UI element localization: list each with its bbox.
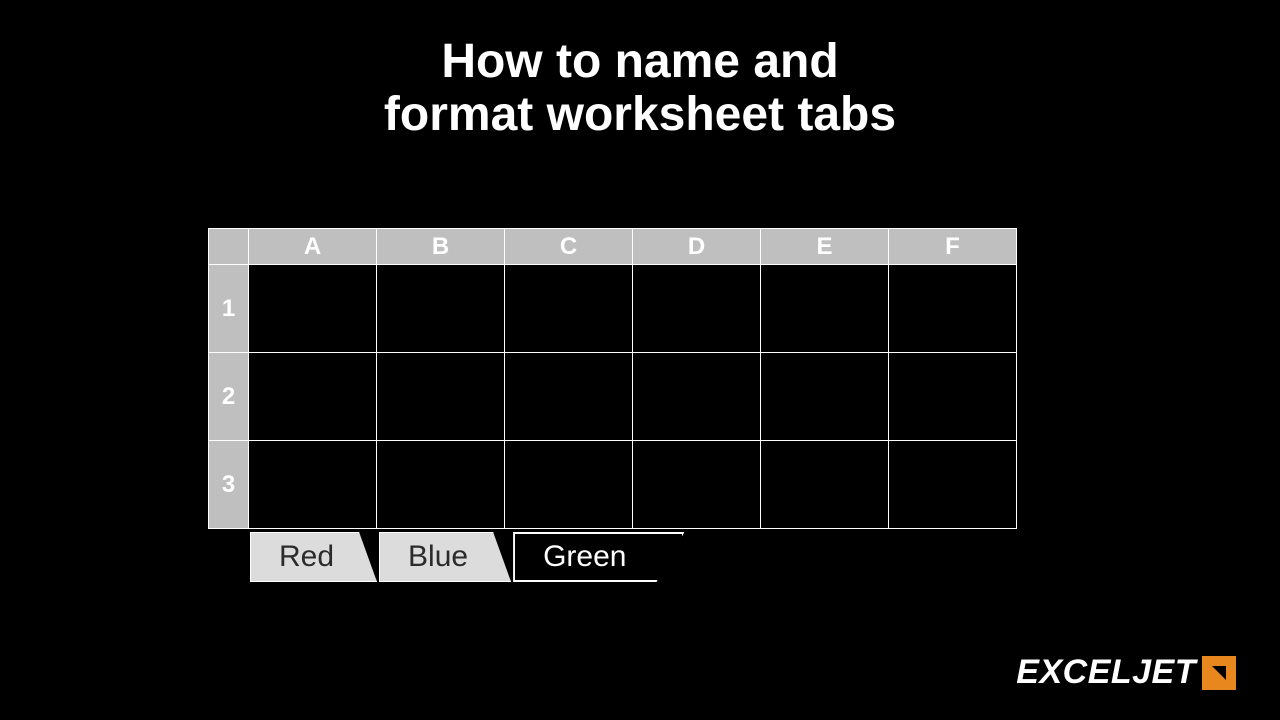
cell[interactable]	[889, 265, 1017, 353]
column-header[interactable]: A	[249, 229, 377, 265]
cell[interactable]	[633, 441, 761, 529]
worksheet-illustration: A B C D E F 1 2 3	[208, 228, 1018, 529]
cell[interactable]	[761, 353, 889, 441]
brand-name: EXCELJET	[1016, 653, 1196, 692]
brand-logo: EXCELJET	[1016, 653, 1236, 692]
worksheet-tabs: Red Blue Green	[250, 532, 686, 582]
slide-title: How to name and format worksheet tabs	[0, 36, 1280, 142]
cell[interactable]	[377, 265, 505, 353]
cell[interactable]	[505, 441, 633, 529]
title-line-1: How to name and	[441, 35, 838, 88]
row-header[interactable]: 3	[209, 441, 249, 529]
row-header[interactable]: 1	[209, 265, 249, 353]
worksheet-tab-red[interactable]: Red	[250, 532, 377, 582]
worksheet-tab-blue[interactable]: Blue	[379, 532, 511, 582]
cell[interactable]	[249, 265, 377, 353]
title-line-2: format worksheet tabs	[384, 88, 896, 141]
column-header[interactable]: F	[889, 229, 1017, 265]
cell[interactable]	[249, 441, 377, 529]
brand-arrow-icon	[1202, 656, 1236, 690]
cell[interactable]	[761, 441, 889, 529]
column-header[interactable]: D	[633, 229, 761, 265]
cell[interactable]	[377, 353, 505, 441]
column-header[interactable]: C	[505, 229, 633, 265]
cell[interactable]	[889, 353, 1017, 441]
cell[interactable]	[761, 265, 889, 353]
cell[interactable]	[377, 441, 505, 529]
column-header[interactable]: B	[377, 229, 505, 265]
cell[interactable]	[249, 353, 377, 441]
column-header[interactable]: E	[761, 229, 889, 265]
row-header[interactable]: 2	[209, 353, 249, 441]
worksheet-tab-green[interactable]: Green	[513, 532, 684, 582]
worksheet-grid: A B C D E F 1 2 3	[208, 228, 1017, 529]
cell[interactable]	[633, 353, 761, 441]
cell[interactable]	[633, 265, 761, 353]
tab-label: Blue	[408, 540, 468, 574]
cell[interactable]	[505, 353, 633, 441]
select-all-corner[interactable]	[209, 229, 249, 265]
tab-label: Green	[543, 540, 626, 574]
cell[interactable]	[889, 441, 1017, 529]
cell[interactable]	[505, 265, 633, 353]
tab-label: Red	[279, 540, 334, 574]
